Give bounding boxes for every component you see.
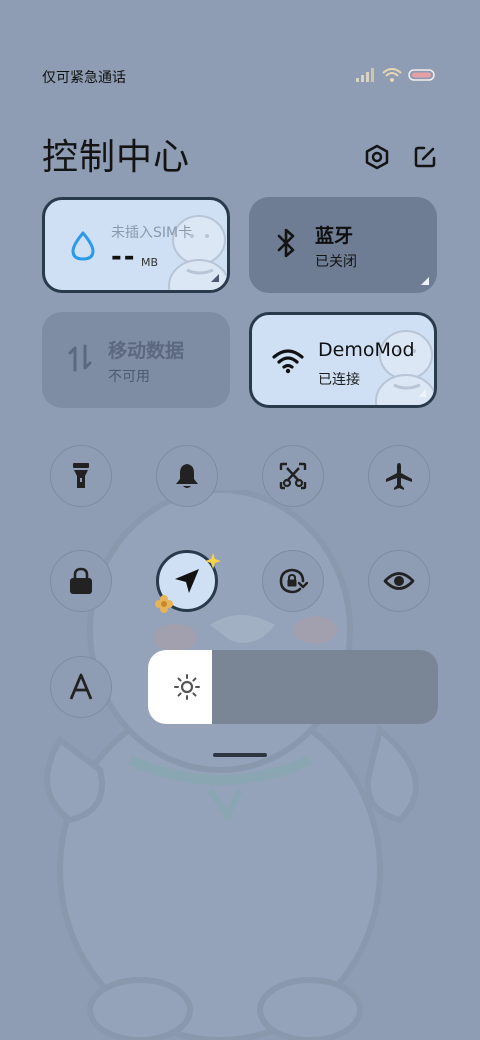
- sim-status-label: 未插入SIM卡: [111, 225, 193, 241]
- wifi-status: 已连接: [318, 372, 360, 388]
- brightness-slider[interactable]: [148, 650, 438, 724]
- battery-icon: [408, 69, 435, 81]
- mobile-data-tile[interactable]: 移动数据 不可用: [42, 312, 230, 408]
- mobile-data-title: 移动数据: [108, 340, 185, 362]
- edit-icon: [414, 146, 436, 168]
- bluetooth-icon: [271, 227, 303, 259]
- bluetooth-title: 蓝牙: [315, 225, 354, 247]
- eye-comfort-toggle[interactable]: [368, 550, 430, 612]
- mobile-data-arrows-icon: [64, 342, 96, 374]
- mobile-data-status: 不可用: [108, 369, 150, 385]
- wifi-tile[interactable]: DemoMod 已连接: [249, 312, 437, 408]
- expand-corner-icon: [421, 277, 429, 285]
- sun-icon: [174, 674, 200, 700]
- expand-corner-icon: [211, 274, 219, 282]
- bluetooth-status: 已关闭: [315, 254, 357, 270]
- status-icons: [356, 68, 436, 82]
- airplane-toggle[interactable]: [368, 445, 430, 507]
- lock-toggle[interactable]: [50, 550, 112, 612]
- bluetooth-tile[interactable]: 蓝牙 已关闭: [249, 197, 437, 293]
- data-usage-value: --: [111, 242, 137, 272]
- status-bar: 仅可紧急通话: [42, 64, 436, 88]
- data-usage-unit: MB: [141, 256, 159, 269]
- edit-button[interactable]: [412, 144, 438, 170]
- location-toggle[interactable]: [155, 550, 221, 613]
- expand-corner-icon: [418, 389, 426, 397]
- font-a-icon: [69, 673, 93, 700]
- settings-hexagon-icon: [365, 144, 389, 170]
- header-actions: [364, 144, 438, 170]
- location-arrow-icon: [175, 569, 199, 593]
- control-center-header: 控制中心: [42, 128, 438, 178]
- flashlight-icon: [73, 463, 89, 488]
- font-size-toggle[interactable]: [50, 656, 112, 718]
- wifi-icon: [272, 345, 304, 377]
- auto-rotate-toggle[interactable]: [262, 550, 324, 612]
- screenshot-toggle[interactable]: [262, 445, 324, 507]
- water-drop-icon: [67, 230, 99, 262]
- airplane-icon: [386, 463, 412, 490]
- carrier-status-text: 仅可紧急通话: [42, 70, 126, 86]
- settings-button[interactable]: [364, 144, 390, 170]
- data-usage-tile[interactable]: 未插入SIM卡 -- MB: [42, 197, 230, 293]
- wifi-status-icon: [382, 68, 402, 82]
- screenshot-scissors-icon: [279, 462, 307, 490]
- lock-icon: [70, 567, 92, 594]
- wifi-network-name: DemoMod: [318, 339, 415, 361]
- mute-toggle[interactable]: [156, 445, 218, 507]
- flashlight-toggle[interactable]: [50, 445, 112, 507]
- signal-icon: [356, 68, 374, 82]
- eye-icon: [383, 572, 415, 590]
- flower-sticker-icon: [155, 595, 173, 613]
- rotate-lock-icon: [279, 568, 309, 594]
- bell-icon: [176, 464, 198, 488]
- drag-handle[interactable]: [213, 753, 267, 757]
- star-sticker-icon: [205, 553, 221, 569]
